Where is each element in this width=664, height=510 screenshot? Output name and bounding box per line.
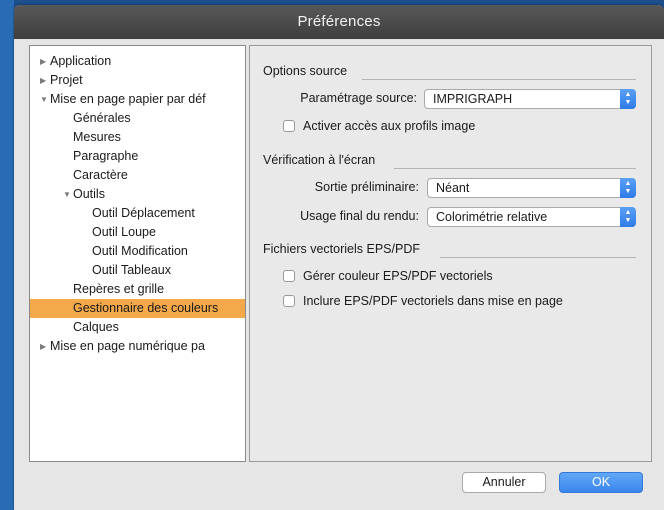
tree-item-mise-en-page-numerique[interactable]: ▶ Mise en page numérique pa <box>30 337 245 356</box>
preferences-window: Préférences ▶ Application ▶ Projet ▼ Mise e… <box>14 5 664 510</box>
output-value: Néant <box>436 181 470 195</box>
tree-item-generales[interactable]: Générales <box>30 109 245 128</box>
section-divider <box>362 79 636 80</box>
source-setting-select[interactable]: IMPRIGRAPH ▲ ▼ <box>424 89 636 109</box>
tree-item-label: Mise en page papier par déf <box>50 92 206 106</box>
disclosure-right-icon[interactable]: ▶ <box>40 337 50 356</box>
tree-item-label: Paragraphe <box>73 149 139 163</box>
select-arrows-icon: ▲ ▼ <box>620 178 636 198</box>
tree-item-label: Repères et grille <box>73 282 165 296</box>
disclosure-right-icon[interactable]: ▶ <box>40 52 50 71</box>
color-manager-panel: Options source Paramétrage source: IMPRI… <box>249 45 652 462</box>
select-arrows-icon: ▲ ▼ <box>620 207 636 227</box>
tree-item-paragraphe[interactable]: Paragraphe <box>30 147 245 166</box>
tree-item-label: Outil Déplacement <box>92 206 195 220</box>
cancel-button[interactable]: Annuler <box>462 472 546 493</box>
manage-eps-checkbox[interactable] <box>283 270 295 282</box>
include-eps-checkbox-label: Inclure EPS/PDF vectoriels dans mise en … <box>303 294 563 308</box>
tree-item-projet[interactable]: ▶ Projet <box>30 71 245 90</box>
tree-item-reperes-grille[interactable]: Repères et grille <box>30 280 245 299</box>
tree-item-gestionnaire-couleurs[interactable]: Gestionnaire des couleurs <box>30 299 245 318</box>
tree-item-calques[interactable]: Calques <box>30 318 245 337</box>
tree-item-mise-en-page-papier[interactable]: ▼ Mise en page papier par déf <box>30 90 245 109</box>
tree-item-label: Outils <box>73 187 105 201</box>
usage-select[interactable]: Colorimétrie relative ▲ ▼ <box>427 207 636 227</box>
disclosure-down-icon[interactable]: ▼ <box>63 185 73 204</box>
disclosure-down-icon[interactable]: ▼ <box>40 90 50 109</box>
profiles-checkbox-row[interactable]: Activer accès aux profils image <box>283 119 475 133</box>
manage-eps-checkbox-label: Gérer couleur EPS/PDF vectoriels <box>303 269 493 283</box>
tree-item-outil-modification[interactable]: Outil Modification <box>30 242 245 261</box>
section-title-source: Options source <box>263 64 348 78</box>
tree-item-outil-tableaux[interactable]: Outil Tableaux <box>30 261 245 280</box>
select-arrows-icon: ▲ ▼ <box>620 89 636 109</box>
tree-item-label: Gestionnaire des couleurs <box>73 301 219 315</box>
section-divider <box>394 168 636 169</box>
profiles-checkbox[interactable] <box>283 120 295 132</box>
source-setting-value: IMPRIGRAPH <box>433 92 513 106</box>
tree-item-label: Projet <box>50 73 83 87</box>
tree-item-mesures[interactable]: Mesures <box>30 128 245 147</box>
tree-item-outil-loupe[interactable]: Outil Loupe <box>30 223 245 242</box>
window-title: Préférences <box>14 5 664 39</box>
tree-item-label: Mise en page numérique pa <box>50 339 205 353</box>
source-setting-label: Paramétrage source: <box>300 91 417 105</box>
tree-item-caractere[interactable]: Caractère <box>30 166 245 185</box>
include-eps-checkbox[interactable] <box>283 295 295 307</box>
tree-item-label: Caractère <box>73 168 128 182</box>
tree-item-application[interactable]: ▶ Application <box>30 52 245 71</box>
tree-item-label: Calques <box>73 320 119 334</box>
output-label: Sortie préliminaire: <box>314 180 419 194</box>
tree-item-label: Outil Loupe <box>92 225 156 239</box>
section-title-screen: Vérification à l'écran <box>263 153 376 167</box>
usage-value: Colorimétrie relative <box>436 210 548 224</box>
section-title-vector: Fichiers vectoriels EPS/PDF <box>263 242 420 256</box>
manage-eps-checkbox-row[interactable]: Gérer couleur EPS/PDF vectoriels <box>283 269 493 283</box>
output-select[interactable]: Néant ▲ ▼ <box>427 178 636 198</box>
tree-item-label: Outil Modification <box>92 244 188 258</box>
disclosure-right-icon[interactable]: ▶ <box>40 71 50 90</box>
ok-button[interactable]: OK <box>559 472 643 493</box>
preferences-tree[interactable]: ▶ Application ▶ Projet ▼ Mise en page papie… <box>29 45 246 462</box>
tree-item-label: Outil Tableaux <box>92 263 171 277</box>
tree-item-label: Application <box>50 54 112 68</box>
tree-item-label: Mesures <box>73 130 121 144</box>
include-eps-checkbox-row[interactable]: Inclure EPS/PDF vectoriels dans mise en … <box>283 294 563 308</box>
section-divider <box>440 257 636 258</box>
tree-item-outil-deplacement[interactable]: Outil Déplacement <box>30 204 245 223</box>
profiles-checkbox-label: Activer accès aux profils image <box>303 119 476 133</box>
usage-label: Usage final du rendu: <box>300 209 419 223</box>
tree-item-outils[interactable]: ▼ Outils <box>30 185 245 204</box>
tree-item-label: Générales <box>73 111 131 125</box>
